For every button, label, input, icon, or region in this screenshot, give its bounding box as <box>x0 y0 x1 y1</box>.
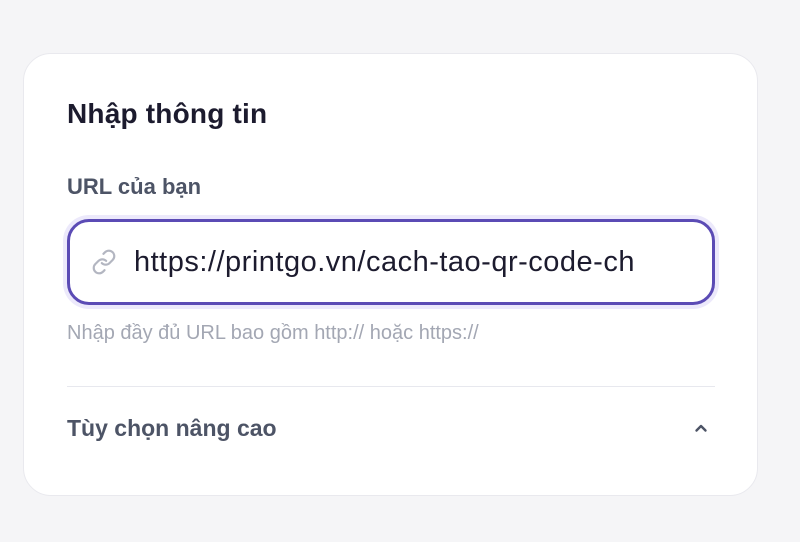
chevron-up-icon[interactable] <box>691 418 711 438</box>
link-icon <box>90 248 118 276</box>
input-info-card: Nhập thông tin URL của bạn Nhập đầy đủ U… <box>23 53 758 496</box>
card-title: Nhập thông tin <box>67 98 268 129</box>
url-hint-text: Nhập đầy đủ URL bao gồm http:// hoặc htt… <box>67 322 479 344</box>
url-input-wrapper[interactable] <box>67 219 715 305</box>
section-divider <box>67 386 715 387</box>
url-input[interactable] <box>134 245 712 279</box>
url-field-label: URL của bạn <box>67 174 202 199</box>
advanced-options-label: Tùy chọn nâng cao <box>67 414 277 441</box>
advanced-options-toggle[interactable]: Tùy chọn nâng cao <box>67 408 715 448</box>
